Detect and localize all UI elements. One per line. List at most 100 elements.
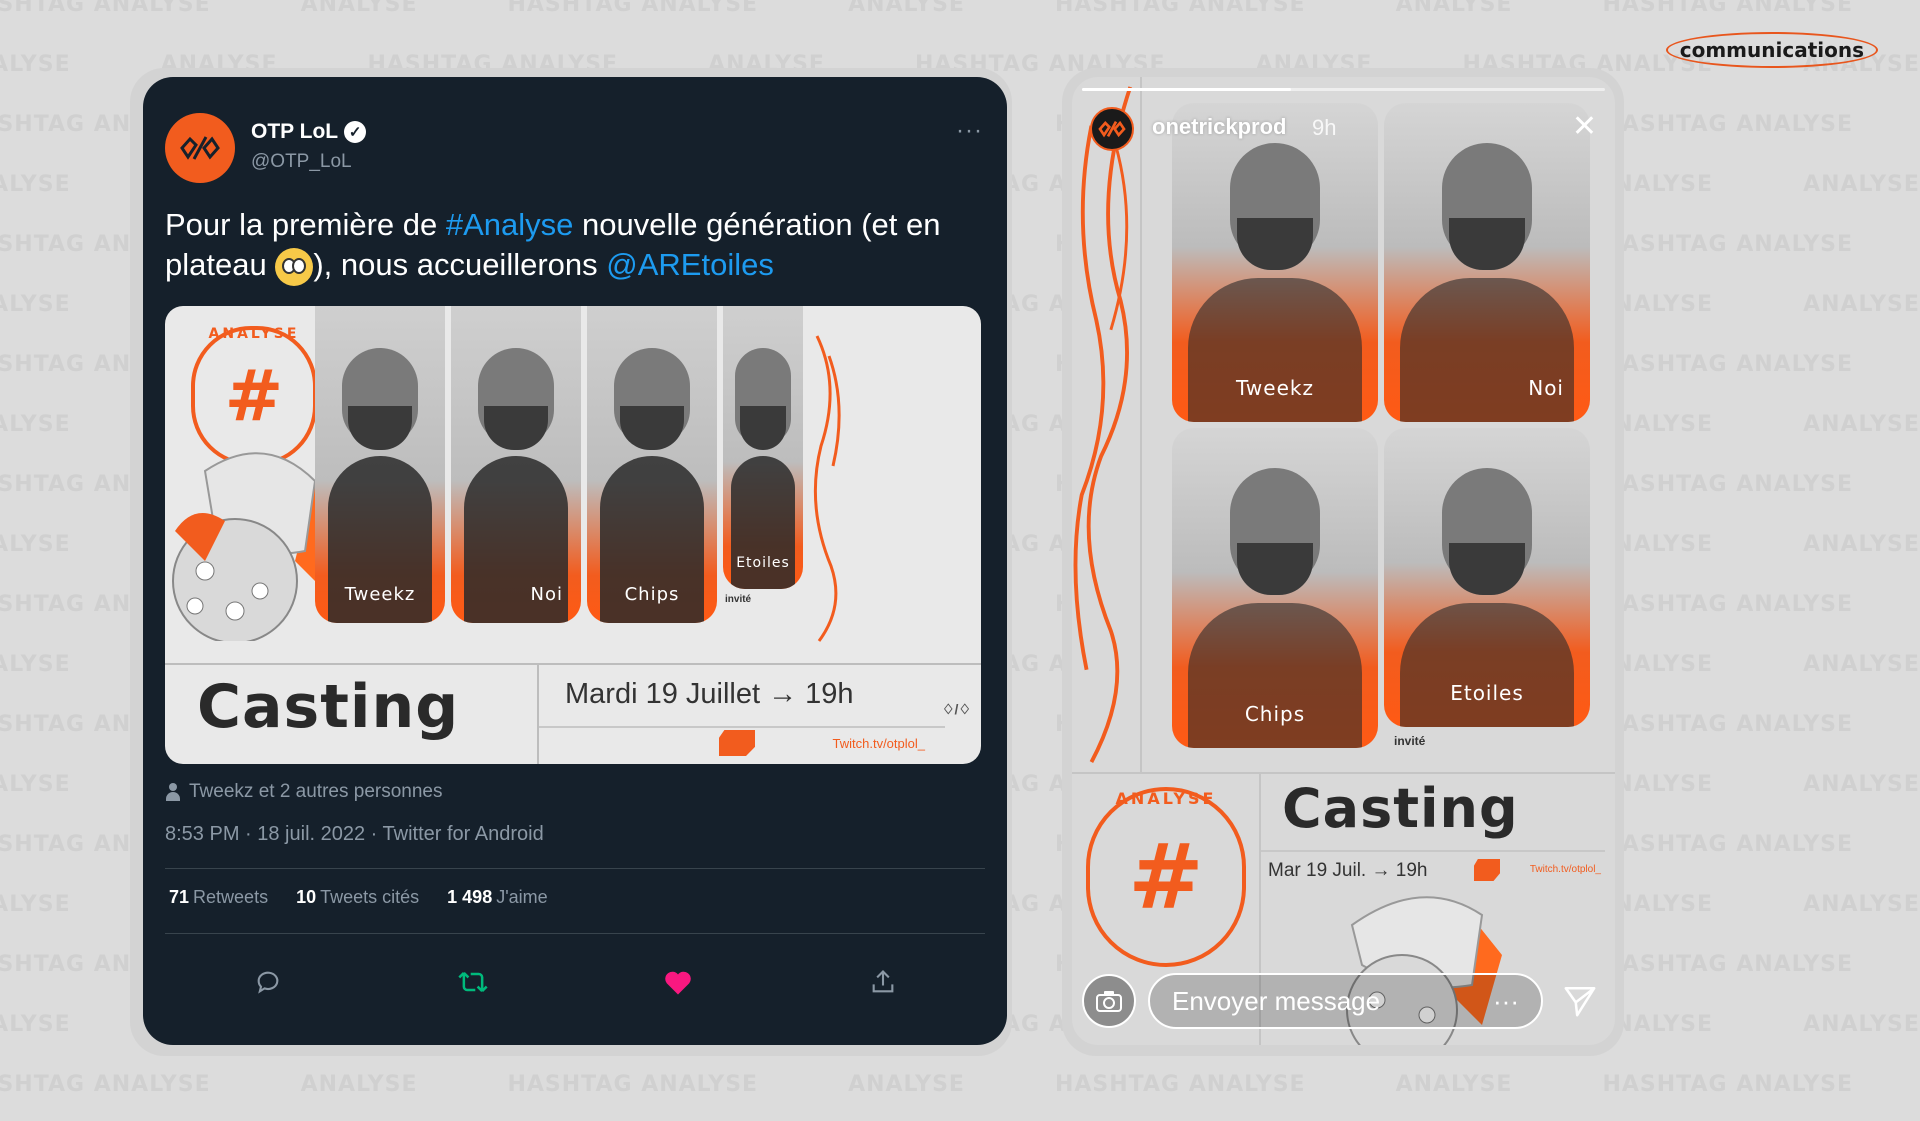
more-options-icon[interactable]: ··· — [1493, 986, 1519, 1017]
twitch-url: Twitch.tv/otplol_ — [832, 736, 926, 751]
share-icon — [872, 970, 893, 993]
player-beard — [1449, 543, 1525, 595]
tweet-media-image[interactable]: ANALYSE # Tweekz Noi Chips Etoiles invit… — [165, 306, 981, 764]
player-photo: Tweekz — [1172, 103, 1378, 422]
retweet-button[interactable] — [453, 962, 493, 1002]
story-avatar[interactable] — [1090, 107, 1134, 151]
divider — [1072, 772, 1615, 774]
quotes-stat[interactable]: 10 Tweets cités — [296, 887, 419, 908]
player-name: Etoiles — [736, 555, 790, 571]
watermark-text: HASHTAG ANALYSE — [0, 1012, 71, 1037]
watermark-text: HASHTAG ANALYSE — [1054, 1072, 1306, 1097]
tweet-text-part: ), nous accueillerons — [313, 247, 607, 282]
tweet-card: OTP LoL ✓ @OTP_LoL ··· Pour la première … — [143, 77, 1007, 1045]
tweet-meta[interactable]: 8:53 PM · 18 juil. 2022 · Twitter for An… — [165, 823, 544, 846]
hashtag-link[interactable]: #Analyse — [446, 207, 574, 242]
reply-icon — [257, 971, 278, 994]
message-input[interactable]: Envoyer message ··· — [1148, 973, 1543, 1029]
divider — [165, 868, 985, 869]
emblem-label: ANALYSE — [1115, 789, 1217, 808]
camera-button[interactable] — [1082, 974, 1136, 1028]
more-options-icon[interactable]: ··· — [956, 117, 983, 145]
avatar[interactable] — [165, 113, 235, 183]
watermark-text: ANALYSE — [1803, 1012, 1920, 1037]
watermark-text: HASHTAG ANALYSE — [1602, 0, 1854, 17]
watermark-text: ANALYSE — [1803, 412, 1920, 437]
watermark-text: HASHTAG ANALYSE — [1602, 232, 1854, 257]
twitch-icon — [1474, 859, 1500, 881]
player-beard — [740, 406, 786, 450]
watermark-text: HASHTAG ANALYSE — [507, 0, 759, 17]
watermark-text: HASHTAG ANALYSE — [0, 52, 71, 77]
emblem-symbol: # — [224, 355, 284, 437]
player-silhouette — [1400, 278, 1574, 422]
share-button[interactable] — [863, 962, 903, 1002]
story-time: 9h — [1312, 115, 1337, 140]
quotes-count: 10 — [296, 887, 317, 907]
casting-title: Casting — [197, 672, 460, 742]
story-progress-fill — [1082, 88, 1292, 91]
retweets-stat[interactable]: 71 Retweets — [169, 887, 268, 908]
player-beard — [1237, 218, 1313, 270]
divider — [537, 663, 539, 764]
player-photo: Chips — [1172, 428, 1378, 748]
watermark-text: ANALYSE — [848, 1072, 965, 1097]
story-reply-bar: Envoyer message ··· — [1082, 971, 1605, 1031]
player-photo: Chips — [587, 306, 717, 623]
watermark-text: HASHTAG ANALYSE — [0, 1072, 211, 1097]
watermark-text: ANALYSE — [1803, 772, 1920, 797]
watermark-text: HASHTAG ANALYSE — [0, 652, 71, 677]
mention-link[interactable]: @AREtoiles — [606, 247, 774, 282]
watermark-text: ANALYSE — [1803, 892, 1920, 917]
brand-tag: communications — [1665, 32, 1878, 68]
story-card[interactable]: Tweekz Noi Chips Etoiles invité onetrick… — [1072, 77, 1615, 1045]
player-photo: Tweekz — [315, 306, 445, 623]
tweet-stats: 71 Retweets 10 Tweets cités 1 498 J'aime — [169, 887, 548, 908]
watermark-text: HASHTAG ANALYSE — [0, 892, 71, 917]
watermark-text: ANALYSE — [1803, 532, 1920, 557]
watermark-row: HASHTAG ANALYSE ANALYSE HASHTAG ANALYSE ANA… — [0, 1072, 1920, 1097]
player-name: Chips — [1244, 702, 1306, 726]
close-icon[interactable]: ✕ — [1572, 109, 1597, 144]
camera-icon — [1096, 991, 1122, 1012]
watermark-text: ANALYSE — [1803, 172, 1920, 197]
otp-logo-icon — [180, 136, 220, 160]
send-button[interactable] — [1555, 976, 1605, 1026]
watermark-text: HASHTAG ANALYSE — [1054, 0, 1306, 17]
send-icon — [1564, 986, 1596, 1017]
watermark-row: HASHTAG ANALYSE ANALYSE HASHTAG ANALYSE ANA… — [0, 0, 1920, 17]
twitch-url: Twitch.tv/otplol_ — [1529, 864, 1601, 875]
player-beard — [620, 406, 684, 450]
tweet-actions — [165, 957, 985, 1007]
story-progress-bar — [1082, 88, 1605, 91]
player-beard — [484, 406, 548, 450]
watermark-text: HASHTAG ANALYSE — [1602, 112, 1854, 137]
watermark-text: ANALYSE — [1395, 1072, 1513, 1097]
emblem-label: ANALYSE — [208, 326, 300, 342]
watermark-text: ANALYSE — [1395, 0, 1513, 17]
likes-stat[interactable]: 1 498 J'aime — [447, 887, 548, 908]
retweet-icon — [457, 971, 488, 993]
player-name: Chips — [624, 584, 680, 605]
story-username[interactable]: onetrickprod — [1152, 114, 1286, 140]
retweets-label: Retweets — [193, 887, 269, 907]
reply-button[interactable] — [248, 962, 288, 1002]
like-button[interactable] — [658, 962, 698, 1002]
casting-date: Mardi 19 Juillet → 19h — [565, 678, 854, 710]
decorative-lines-icon — [813, 335, 841, 642]
flushed-emoji-icon — [275, 247, 314, 286]
player-photo: Etoiles — [723, 306, 803, 589]
liked-by[interactable]: Tweekz et 2 autres personnes — [165, 781, 442, 803]
player-silhouette — [1188, 603, 1362, 748]
display-name[interactable]: OTP LoL ✓ — [251, 120, 367, 144]
likes-count: 1 498 — [447, 887, 493, 907]
watermark-text: HASHTAG ANALYSE — [1602, 832, 1854, 857]
player-name: Tweekz — [344, 584, 416, 605]
otp-logo-icon — [1098, 120, 1126, 138]
watermark-text: HASHTAG ANALYSE — [0, 772, 71, 797]
divider — [165, 663, 981, 665]
watermark-text: HASHTAG ANALYSE — [1602, 712, 1854, 737]
handle[interactable]: @OTP_LoL — [251, 151, 352, 173]
watermark-text: HASHTAG ANALYSE — [0, 292, 71, 317]
player-name: Noi — [1528, 376, 1564, 400]
